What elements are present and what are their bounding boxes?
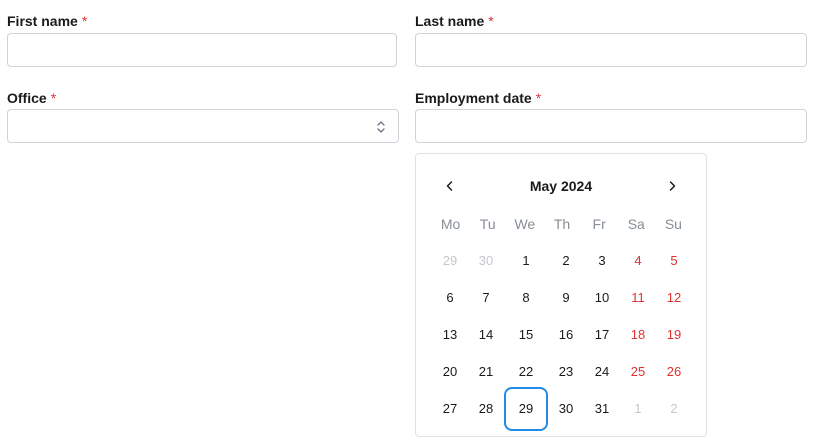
calendar-day[interactable]: 12 — [656, 279, 692, 316]
chevron-left-icon — [444, 180, 456, 192]
calendar-day[interactable]: 31 — [584, 390, 620, 427]
required-asterisk: * — [50, 90, 57, 106]
calendar-day[interactable]: 5 — [656, 242, 692, 279]
required-asterisk: * — [488, 13, 494, 29]
weekday-label: Tu — [479, 216, 496, 232]
calendar-day[interactable]: 19 — [656, 316, 692, 353]
calendar-day[interactable]: 20 — [432, 353, 468, 390]
first-name-label: First name * — [7, 12, 399, 30]
last-name-input[interactable] — [415, 33, 807, 67]
last-name-label-text: Last name — [415, 13, 485, 29]
calendar-day[interactable]: 23 — [548, 353, 584, 390]
required-asterisk: * — [535, 90, 542, 106]
weekday-header-row: Mo Tu We Th Fr Sa Su — [432, 212, 692, 236]
first-name-input[interactable] — [7, 33, 397, 67]
calendar-day[interactable]: 25 — [620, 353, 656, 390]
calendar-day[interactable]: 6 — [432, 279, 468, 316]
calendar-month-label[interactable]: May 2024 — [476, 172, 646, 200]
employment-date-label-text: Employment date — [415, 90, 532, 106]
calendar-day[interactable]: 1 — [504, 242, 548, 279]
weekday-label: Mo — [440, 216, 461, 232]
calendar-day-outside[interactable]: 30 — [468, 242, 504, 279]
calendar-day-outside[interactable]: 29 — [432, 242, 468, 279]
calendar-day[interactable]: 27 — [432, 390, 468, 427]
calendar-days-grid: 29 30 1 2 3 4 5 6 7 8 9 10 11 12 13 14 15 16 17 18 19 20 21 22 2… — [432, 242, 692, 431]
calendar-day[interactable]: 18 — [620, 316, 656, 353]
office-label-text: Office — [7, 90, 47, 106]
next-month-button[interactable] — [658, 172, 686, 200]
weekday-label: Su — [664, 216, 682, 232]
calendar-day[interactable]: 30 — [548, 390, 584, 427]
calendar-day[interactable]: 2 — [548, 242, 584, 279]
calendar-day[interactable]: 7 — [468, 279, 504, 316]
employment-date-field: Employment date * — [415, 89, 807, 147]
office-select[interactable] — [7, 109, 399, 143]
employment-date-input[interactable] — [415, 109, 807, 143]
calendar-day[interactable]: 16 — [548, 316, 584, 353]
last-name-label: Last name * — [415, 12, 807, 30]
weekday-label: We — [514, 216, 536, 232]
office-field: Office * — [7, 89, 399, 147]
calendar-day[interactable]: 15 — [504, 316, 548, 353]
calendar-day[interactable]: 26 — [656, 353, 692, 390]
weekday-label: Th — [553, 216, 571, 232]
calendar-day[interactable]: 14 — [468, 316, 504, 353]
calendar-day[interactable]: 9 — [548, 279, 584, 316]
chevron-up-down-icon — [376, 120, 386, 134]
calendar-day[interactable]: 10 — [584, 279, 620, 316]
calendar-day-outside[interactable]: 1 — [620, 390, 656, 427]
required-asterisk: * — [81, 13, 88, 29]
office-label: Office * — [7, 89, 399, 107]
first-name-label-text: First name — [7, 13, 78, 29]
calendar-day[interactable]: 21 — [468, 353, 504, 390]
calendar-day[interactable]: 24 — [584, 353, 620, 390]
chevron-right-icon — [666, 180, 678, 192]
calendar-day-selected[interactable]: 29 — [504, 386, 548, 431]
calendar-day[interactable]: 22 — [504, 353, 548, 390]
employment-date-label: Employment date * — [415, 89, 807, 107]
weekday-label: Sa — [627, 216, 645, 232]
calendar-day-outside[interactable]: 2 — [656, 390, 692, 427]
calendar-day[interactable]: 11 — [620, 279, 656, 316]
calendar-day[interactable]: 8 — [504, 279, 548, 316]
first-name-field: First name * — [7, 12, 399, 70]
calendar-day[interactable]: 28 — [468, 390, 504, 427]
calendar-day[interactable]: 3 — [584, 242, 620, 279]
weekday-label: Fr — [592, 216, 606, 232]
date-picker-calendar: May 2024 Mo Tu We Th Fr Sa Su 29 30 1 2 3 4 5 6… — [415, 153, 707, 437]
calendar-day[interactable]: 17 — [584, 316, 620, 353]
last-name-field: Last name * — [415, 12, 807, 70]
calendar-day[interactable]: 13 — [432, 316, 468, 353]
previous-month-button[interactable] — [436, 172, 464, 200]
calendar-day[interactable]: 4 — [620, 242, 656, 279]
